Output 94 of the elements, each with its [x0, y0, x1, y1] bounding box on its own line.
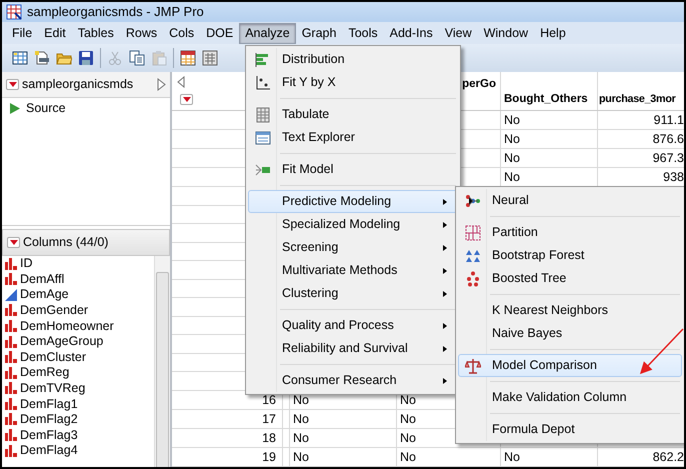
- table-cell: 862.2: [652, 450, 684, 464]
- menu-item[interactable]: Consumer Research: [248, 369, 458, 392]
- menu-item[interactable]: Partition: [458, 221, 682, 244]
- submenu-arrow-icon: [443, 222, 447, 228]
- menu-item[interactable]: Reliability and Survival: [248, 337, 458, 360]
- scrollbar[interactable]: [154, 256, 170, 467]
- menu-item[interactable]: Cols: [163, 22, 200, 44]
- menu-item[interactable]: Make Validation Column: [458, 386, 682, 409]
- triangles-icon: [465, 248, 481, 264]
- table-cell: 911.1: [654, 113, 684, 128]
- menu-item[interactable]: Text Explorer: [248, 126, 458, 149]
- row-number: 17: [262, 412, 276, 426]
- menu-item[interactable]: File: [6, 22, 38, 44]
- table-cell: 876.6: [652, 132, 684, 146]
- table-cell: No: [504, 113, 520, 128]
- table-cell: No: [293, 412, 309, 426]
- table-cell: No: [400, 450, 416, 464]
- submenu-arrow-icon: [443, 198, 447, 204]
- submenu-arrow-icon: [443, 290, 447, 296]
- menu-item[interactable]: Naive Bayes: [458, 322, 682, 345]
- arrow-icon: [255, 162, 271, 178]
- distribution-icon: [255, 52, 271, 68]
- menu-item[interactable]: Boosted Tree: [458, 267, 682, 290]
- scatter-plot-icon: [255, 74, 271, 90]
- table-icon[interactable]: [180, 50, 196, 66]
- menu-item[interactable]: Add-Ins: [384, 22, 439, 44]
- collapse-icon[interactable]: [177, 76, 185, 88]
- menu-item[interactable]: Model Comparison: [458, 354, 682, 377]
- grid-icon[interactable]: [12, 50, 28, 66]
- table-cell: 938: [663, 170, 684, 184]
- submenu-arrow-icon: [443, 346, 447, 352]
- submenu-arrow-icon: [443, 322, 447, 328]
- menu-item[interactable]: Tools: [342, 22, 384, 44]
- table-cell: No: [400, 412, 416, 426]
- dropdown-icon[interactable]: [7, 236, 20, 248]
- table-cell: No: [504, 450, 520, 464]
- menu-item[interactable]: Screening: [248, 236, 458, 259]
- dropdown-icon[interactable]: [6, 78, 19, 90]
- window-title: sampleorganicsmds - JMP Pro: [27, 3, 204, 22]
- menu-item[interactable]: Quality and Process: [248, 314, 458, 337]
- menu-item[interactable]: DOE: [200, 22, 240, 44]
- menu-item[interactable]: Neural: [458, 189, 682, 212]
- menu-item[interactable]: Window: [478, 22, 534, 44]
- table-cell: No: [400, 393, 416, 408]
- dropdown-icon[interactable]: [180, 94, 193, 105]
- menu-item[interactable]: Specialized Modeling: [248, 213, 458, 236]
- menu-item[interactable]: Tables: [72, 22, 120, 44]
- grid-icon: [465, 224, 481, 240]
- table-cell: No: [293, 450, 309, 464]
- window-icon: [255, 130, 271, 146]
- menu-item[interactable]: View: [438, 22, 478, 44]
- table-cell: No: [504, 151, 520, 166]
- row-number: 18: [262, 431, 276, 446]
- menu-item[interactable]: Rows: [120, 22, 164, 44]
- document-icon[interactable]: [34, 50, 50, 66]
- submenu-arrow-icon: [443, 268, 447, 274]
- script-item[interactable]: Source: [26, 98, 66, 118]
- calculator-icon[interactable]: [202, 50, 218, 66]
- menu-item[interactable]: Formula Depot: [458, 418, 682, 441]
- play-icon[interactable]: [10, 102, 20, 114]
- collapse-icon[interactable]: [157, 78, 166, 91]
- column-header[interactable]: perGo: [462, 75, 496, 93]
- row-number: 16: [262, 393, 276, 408]
- menu-item[interactable]: Predictive Modeling: [248, 190, 458, 213]
- menu-item[interactable]: Fit Y by X: [248, 71, 458, 94]
- table-cell: No: [504, 132, 520, 146]
- table-cell: 967.3: [652, 151, 684, 166]
- copy-icon[interactable]: [129, 50, 145, 66]
- menu-item[interactable]: Fit Model: [248, 158, 458, 181]
- column-header[interactable]: purchase_3mor: [599, 90, 676, 108]
- submenu-arrow-icon: [443, 378, 447, 384]
- menu-item[interactable]: Tabulate: [248, 103, 458, 126]
- menu-item[interactable]: Multivariate Methods: [248, 259, 458, 282]
- column-header[interactable]: Bought_Others: [504, 90, 588, 108]
- row-number: 19: [262, 450, 276, 464]
- panel-title: sampleorganicsmds: [22, 76, 134, 93]
- menu-item[interactable]: Bootstrap Forest: [458, 244, 682, 267]
- menu-item[interactable]: Analyze: [239, 22, 296, 44]
- table-cell: No: [293, 393, 309, 408]
- panel-title: Columns (44/0): [23, 234, 108, 251]
- network-icon: [465, 192, 481, 208]
- menu-item[interactable]: Edit: [38, 22, 72, 44]
- submenu-arrow-icon: [443, 244, 447, 250]
- table-cell: No: [504, 170, 520, 184]
- menu-item[interactable]: Graph: [296, 22, 342, 44]
- menu-item[interactable]: K Nearest Neighbors: [458, 299, 682, 322]
- menu-item[interactable]: Clustering: [248, 282, 458, 305]
- app-icon: [6, 4, 22, 20]
- balance-scale-icon: [465, 358, 481, 374]
- table-cell: No: [400, 431, 416, 446]
- dots-icon: [465, 270, 481, 286]
- menu-item[interactable]: Help: [534, 22, 572, 44]
- table-cell: No: [293, 431, 309, 446]
- table-icon: [255, 106, 271, 122]
